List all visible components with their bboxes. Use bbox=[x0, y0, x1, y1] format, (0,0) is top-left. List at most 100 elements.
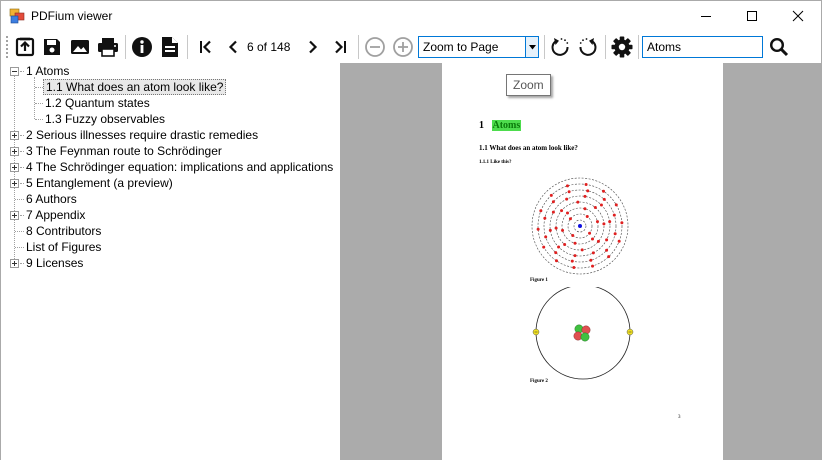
next-page-button[interactable] bbox=[300, 34, 326, 60]
open-file-icon bbox=[15, 37, 35, 57]
pdf-page[interactable]: 1 Atoms 1.1 What does an atom look like?… bbox=[442, 63, 723, 460]
toolbar-separator bbox=[358, 35, 359, 59]
toolbar-separator bbox=[605, 35, 606, 59]
figure-caption: Figure 2 bbox=[530, 379, 548, 384]
page-subsubsection-heading: 1.1.1 Like this? bbox=[479, 160, 512, 165]
electron-dot bbox=[593, 206, 597, 210]
first-page-button[interactable] bbox=[192, 34, 218, 60]
tree-expand-toggle[interactable] bbox=[10, 147, 19, 156]
electron-dot bbox=[613, 232, 617, 236]
tree-connector bbox=[35, 103, 43, 104]
print-button[interactable] bbox=[95, 34, 121, 60]
electron-dot bbox=[549, 193, 553, 197]
electron-dot bbox=[620, 221, 624, 225]
zoom-out-button[interactable] bbox=[362, 34, 388, 60]
document-properties-button[interactable] bbox=[157, 34, 183, 60]
print-icon bbox=[98, 38, 118, 57]
rotate-right-button[interactable] bbox=[575, 34, 601, 60]
nucleus-dot bbox=[578, 224, 582, 228]
app-icon bbox=[9, 8, 25, 24]
electron-dot bbox=[584, 182, 588, 186]
save-button[interactable] bbox=[39, 34, 65, 60]
close-icon bbox=[792, 10, 804, 22]
page-number: 3 bbox=[678, 415, 681, 420]
minimize-button[interactable] bbox=[683, 1, 729, 31]
info-button[interactable] bbox=[129, 34, 155, 60]
tree-item-label: 4 The Schrödinger equation: implications… bbox=[26, 160, 334, 174]
tree-item-label: 3 The Feynman route to Schrödinger bbox=[26, 144, 222, 158]
zoom-select[interactable]: Zoom to Page bbox=[418, 36, 539, 58]
electron-dot bbox=[565, 197, 569, 201]
electron-dot bbox=[583, 194, 587, 198]
electron-dot bbox=[566, 211, 569, 215]
save-icon bbox=[44, 39, 60, 55]
maximize-button[interactable] bbox=[729, 1, 775, 31]
tree-expand-toggle[interactable] bbox=[10, 179, 19, 188]
close-button[interactable] bbox=[775, 1, 821, 31]
electron-dot bbox=[543, 216, 547, 220]
electron-dot bbox=[544, 235, 548, 239]
previous-page-button[interactable] bbox=[220, 34, 246, 60]
app-window: PDFium viewer 6 of 148 Zoom to Page Atom… bbox=[0, 0, 822, 460]
document-viewer[interactable]: 1 Atoms 1.1 What does an atom look like?… bbox=[340, 63, 821, 460]
rotate-left-icon bbox=[551, 38, 569, 56]
electron-dot bbox=[591, 237, 594, 241]
electron-dot bbox=[605, 248, 609, 252]
electron-dot bbox=[548, 228, 552, 232]
page-indicator: 6 of 148 bbox=[247, 40, 291, 54]
window-title: PDFium viewer bbox=[31, 9, 113, 23]
electron-dot bbox=[571, 234, 575, 238]
open-button[interactable] bbox=[12, 34, 38, 60]
toolbar: 6 of 148 Zoom to Page Atoms bbox=[1, 31, 821, 63]
rotate-left-button[interactable] bbox=[547, 34, 573, 60]
electron-dot bbox=[561, 228, 565, 232]
electron-dot bbox=[608, 220, 612, 224]
tree-item-label: 8 Contributors bbox=[26, 224, 102, 238]
electron-dot bbox=[551, 210, 555, 214]
tree-item-label: 1 Atoms bbox=[26, 64, 70, 78]
toolbar-separator bbox=[125, 35, 126, 59]
toolbar-separator bbox=[187, 35, 188, 59]
electron-dot bbox=[563, 242, 567, 246]
electron-dot bbox=[585, 214, 589, 218]
maximize-icon bbox=[747, 11, 757, 21]
zoom-in-icon bbox=[393, 37, 413, 57]
search-button[interactable] bbox=[766, 34, 792, 60]
tree-item-label: 2 Serious illnesses require drastic reme… bbox=[26, 128, 259, 142]
info-icon bbox=[132, 37, 152, 57]
electron-dot bbox=[539, 209, 543, 213]
electron-dot bbox=[614, 203, 618, 207]
toolbar-grip[interactable] bbox=[5, 35, 9, 59]
electron-dot bbox=[542, 245, 546, 249]
bookmark-tree[interactable]: 1 Atoms 1.1 What does an atom look like?… bbox=[1, 63, 340, 460]
export-image-button[interactable] bbox=[67, 34, 93, 60]
tree-item-label: List of Figures bbox=[26, 240, 102, 254]
electron-dot bbox=[599, 203, 603, 207]
zoom-select-value: Zoom to Page bbox=[423, 40, 499, 54]
zoom-dropdown-button[interactable] bbox=[525, 37, 538, 57]
search-input[interactable] bbox=[642, 36, 763, 58]
electron-dot bbox=[602, 189, 606, 193]
electron-dot bbox=[536, 227, 540, 231]
zoom-in-button[interactable] bbox=[390, 34, 416, 60]
tree-item-label: 1.2 Quantum states bbox=[45, 96, 150, 110]
electron-dot bbox=[568, 217, 572, 221]
electron-dot bbox=[565, 184, 569, 188]
figure-caption: Figure 1 bbox=[530, 278, 548, 283]
electron-dot bbox=[567, 190, 571, 194]
electron-dot bbox=[572, 266, 576, 270]
tree-item-label: 1.3 Fuzzy observables bbox=[45, 112, 166, 126]
search-icon bbox=[769, 37, 789, 57]
section-title-highlight: Atoms bbox=[491, 120, 522, 131]
rotate-right-icon bbox=[579, 38, 597, 56]
tree-expand-toggle[interactable] bbox=[10, 131, 19, 140]
tree-expand-toggle[interactable] bbox=[10, 259, 19, 268]
tree-expand-toggle[interactable] bbox=[10, 163, 19, 172]
tree-collapse-toggle[interactable] bbox=[10, 67, 19, 76]
electron-dot bbox=[596, 239, 600, 243]
tree-expand-toggle[interactable] bbox=[10, 211, 19, 220]
last-page-button[interactable] bbox=[328, 34, 354, 60]
settings-button[interactable] bbox=[609, 34, 635, 60]
electron-dot bbox=[557, 245, 561, 249]
electron-dot bbox=[602, 197, 606, 201]
